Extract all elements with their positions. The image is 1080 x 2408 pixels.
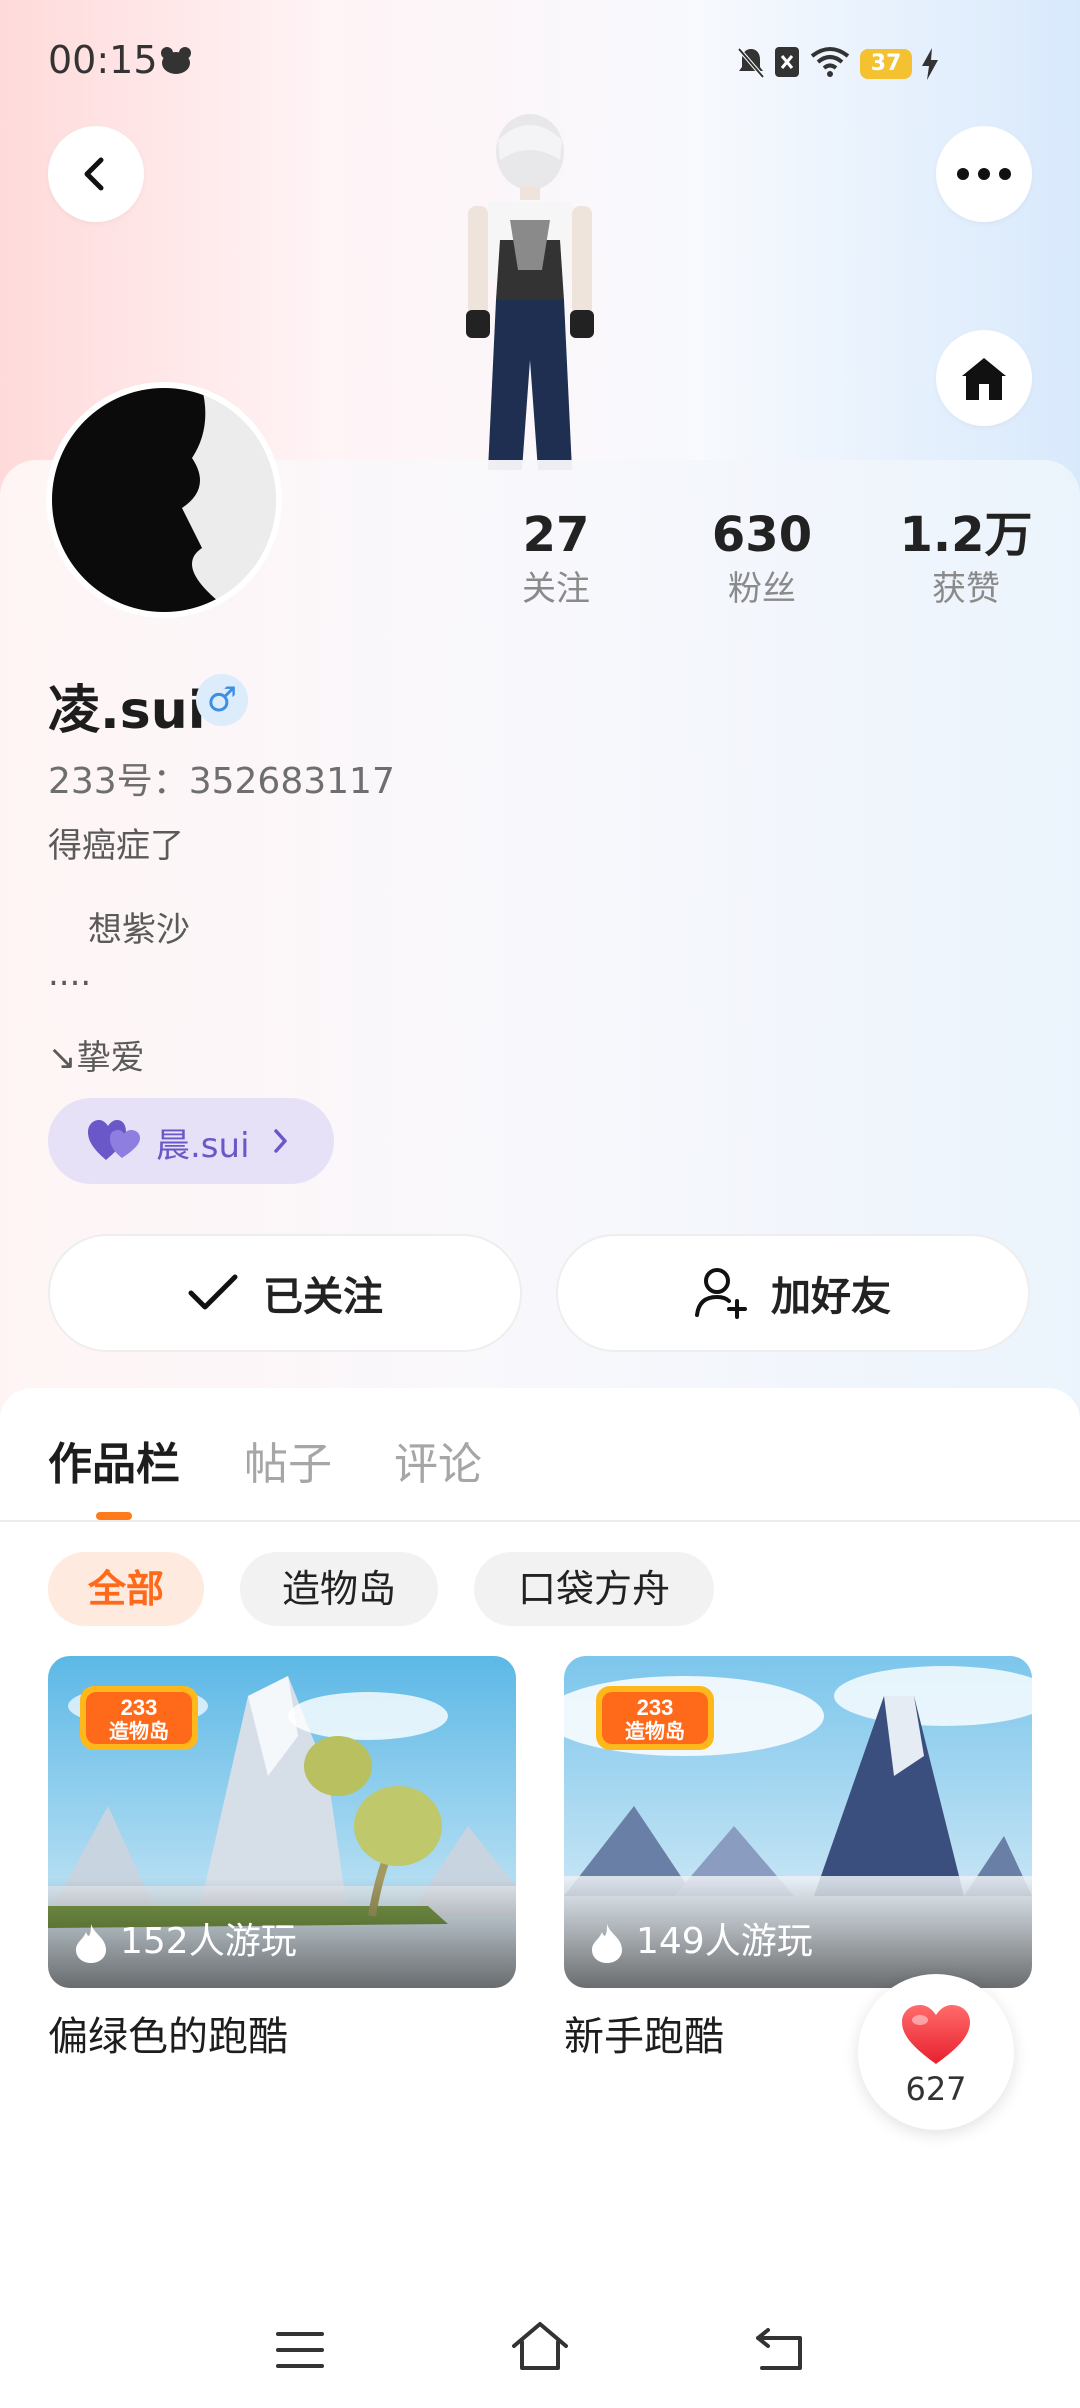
svg-text:233: 233 <box>121 1695 158 1720</box>
bio-line: 想紫沙 <box>88 910 190 950</box>
creation-island-badge-icon: 233 造物岛 <box>80 1686 198 1750</box>
avatar[interactable] <box>46 382 282 618</box>
heart-icon <box>902 2005 970 2064</box>
user-id[interactable]: 233号：352683117 <box>48 752 395 804</box>
avatar-silhouette-icon <box>52 388 276 612</box>
filter-pocket-ark[interactable]: 口袋方舟 <box>474 1552 714 1626</box>
tab-works[interactable]: 作品栏 <box>48 1428 180 1492</box>
back-button[interactable] <box>48 126 144 222</box>
stat-label: 获赞 <box>932 569 1000 609</box>
svg-text:造物岛: 造物岛 <box>625 1719 685 1743</box>
battery-indicator: 37 <box>860 49 912 79</box>
sim-blocked-icon <box>775 47 799 77</box>
flame-icon <box>592 1924 622 1963</box>
charging-icon <box>922 48 938 80</box>
avatar-character <box>466 114 594 470</box>
tab-indicator <box>96 1512 132 1520</box>
partner-name: 晨.sui <box>156 1126 250 1166</box>
stat-value: 27 <box>522 507 590 563</box>
game-title[interactable]: 偏绿色的跑酷 <box>48 2004 288 2062</box>
partner-chip[interactable]: 晨.sui <box>48 1098 334 1184</box>
tab-comments[interactable]: 评论 <box>394 1428 482 1492</box>
stat-followers[interactable]: 630 粉丝 <box>672 505 852 613</box>
stat-likes[interactable]: 1.2万 获赞 <box>876 505 1056 613</box>
svg-text:造物岛: 造物岛 <box>109 1719 169 1743</box>
more-dots-icon <box>957 168 1011 180</box>
play-count: 152人游玩 <box>120 1921 297 1962</box>
chevron-left-icon <box>84 157 104 191</box>
chevron-right-icon <box>274 1129 287 1153</box>
mute-icon <box>737 47 765 79</box>
game-card[interactable]: 233 造物岛 152人游玩 <box>48 1656 516 1988</box>
stat-value: 630 <box>711 507 813 563</box>
like-button[interactable]: 627 <box>858 1974 1014 2130</box>
tab-posts[interactable]: 帖子 <box>244 1428 332 1492</box>
flame-icon <box>76 1924 106 1963</box>
bear-icon <box>161 47 191 74</box>
bio-line: 得癌症了 <box>48 826 184 866</box>
wifi-icon <box>810 47 850 77</box>
check-icon <box>188 1274 238 1310</box>
add-user-icon <box>695 1268 747 1319</box>
game-card[interactable]: 233 造物岛 149人游玩 <box>564 1656 1032 1988</box>
filter-all[interactable]: 全部 <box>48 1552 204 1626</box>
game-title[interactable]: 新手跑酷 <box>564 2004 724 2062</box>
home-button[interactable] <box>936 330 1032 426</box>
tab-divider <box>0 1520 1080 1522</box>
creation-island-badge-icon: 233 造物岛 <box>596 1686 714 1750</box>
followed-button[interactable]: 已关注 <box>48 1234 522 1352</box>
home-icon <box>962 358 1006 400</box>
stat-following[interactable]: 27 关注 <box>466 505 646 613</box>
double-heart-icon <box>88 1120 140 1160</box>
like-count: 627 <box>905 2070 967 2108</box>
filter-creation-island[interactable]: 造物岛 <box>240 1552 438 1626</box>
add-friend-button[interactable]: 加好友 <box>556 1234 1030 1352</box>
add-friend-label: 加好友 <box>771 1274 891 1320</box>
svg-text:233: 233 <box>637 1695 674 1720</box>
followed-label: 已关注 <box>263 1274 383 1320</box>
system-nav-bar <box>0 2290 1080 2408</box>
bio-line: ↘挚爱 <box>48 1038 145 1078</box>
status-time: 00:15 <box>48 38 158 82</box>
stat-value: 1.2万 <box>899 507 1033 563</box>
profile-screen: 00:15 37 27 关注 630 粉丝 1.2万 获赞 凌.sui ♂ 23… <box>0 0 1080 2408</box>
username: 凌.sui <box>48 681 206 741</box>
menu-icon[interactable] <box>276 2330 324 2370</box>
bio-line: .... <box>48 954 92 994</box>
home-nav-icon[interactable] <box>510 2320 570 2372</box>
stat-label: 关注 <box>522 569 590 609</box>
more-button[interactable] <box>936 126 1032 222</box>
gender-badge: ♂ <box>196 674 248 726</box>
stat-label: 粉丝 <box>728 569 796 609</box>
status-bar: 00:15 37 <box>0 0 1080 126</box>
back-nav-icon[interactable] <box>754 2324 804 2372</box>
play-count: 149人游玩 <box>636 1921 813 1962</box>
